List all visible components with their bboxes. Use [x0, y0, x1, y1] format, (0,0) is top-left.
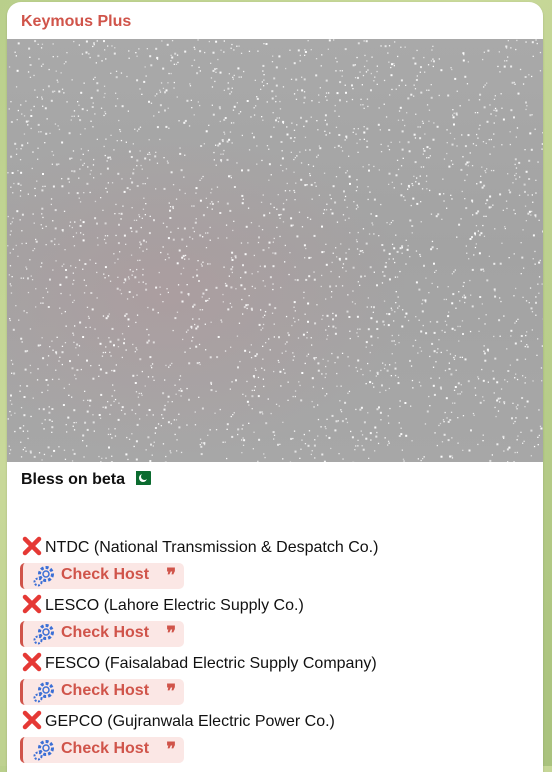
check-host-label: Check Host: [61, 566, 149, 584]
entry-line: NTDC (National Transmission & Despatch C…: [21, 535, 378, 557]
check-host-button[interactable]: Check Host ❞: [20, 679, 184, 705]
sender-name[interactable]: Keymous Plus: [21, 13, 131, 31]
spoiler-media[interactable]: [7, 39, 543, 462]
entry-line: FESCO (Faisalabad Electric Supply Compan…: [21, 651, 377, 673]
cross-mark-icon: [21, 651, 43, 673]
check-host-button[interactable]: Check Host ❞: [20, 563, 184, 589]
cross-mark-icon: [21, 535, 43, 557]
check-host-label: Check Host: [61, 740, 149, 758]
check-host-button[interactable]: Check Host ❞: [20, 621, 184, 647]
gear-icon: [32, 565, 56, 587]
pakistan-flag-icon: [131, 471, 151, 485]
quote-icon: ❞: [166, 565, 176, 586]
entry-text: LESCO (Lahore Electric Supply Co.): [45, 597, 304, 614]
spoiler-noise-overlay: [7, 39, 543, 462]
cross-mark-icon: [21, 593, 43, 615]
gear-icon: [32, 681, 56, 703]
entry-text: NTDC (National Transmission & Despatch C…: [45, 539, 378, 556]
caption-title-text: Bless on beta: [21, 471, 125, 488]
quote-icon: ❞: [166, 681, 176, 702]
entry-line: LESCO (Lahore Electric Supply Co.): [21, 593, 304, 615]
check-host-label: Check Host: [61, 682, 149, 700]
check-host-label: Check Host: [61, 624, 149, 642]
cross-mark-icon: [21, 709, 43, 731]
entry-text: GEPCO (Gujranwala Electric Power Co.): [45, 713, 335, 730]
gear-icon: [32, 623, 56, 645]
gear-icon: [32, 739, 56, 761]
caption-title: Bless on beta: [21, 471, 151, 489]
quote-icon: ❞: [166, 739, 176, 760]
quote-icon: ❞: [166, 623, 176, 644]
check-host-button[interactable]: Check Host ❞: [20, 737, 184, 763]
entry-line: GEPCO (Gujranwala Electric Power Co.): [21, 709, 335, 731]
entry-text: FESCO (Faisalabad Electric Supply Compan…: [45, 655, 377, 672]
message-bubble: Keymous Plus Bless on beta NTDC (Nationa…: [7, 2, 543, 772]
